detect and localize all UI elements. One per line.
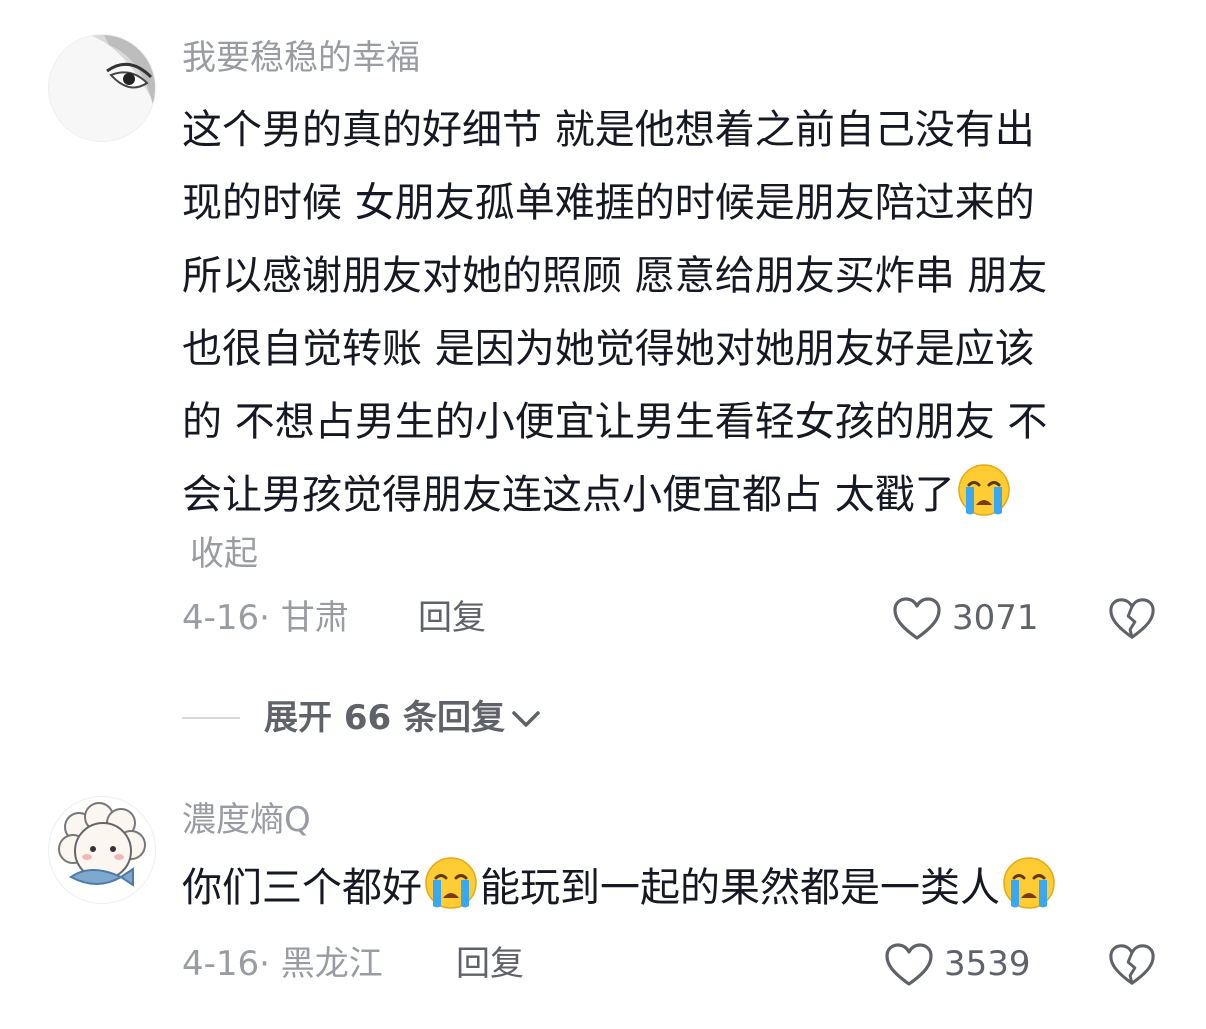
comment-line: 这个男的真的好细节 就是他想着之前自己没有出: [182, 107, 1035, 153]
divider: [182, 717, 240, 719]
comment-text-part: 你们三个都好: [182, 865, 422, 911]
comment-username[interactable]: 濃度熵Q: [182, 800, 311, 840]
comment-text: 你们三个都好 能玩到一起的果然都是一类人: [182, 852, 1142, 925]
comment-line: 的 不想占男生的小便宜让男生看轻女孩的朋友 不: [182, 399, 1048, 445]
comment-line: 也很自觉转账 是因为她觉得她对她朋友好是应该: [182, 326, 1035, 372]
like-count: 3071: [952, 598, 1039, 638]
meta-separator: ·: [259, 598, 270, 638]
comment-meta: 4-16· 黑龙江: [182, 944, 383, 984]
expand-replies-button[interactable]: 展开 66 条回复: [264, 698, 542, 738]
broken-heart-icon[interactable]: [1108, 596, 1156, 642]
expand-replies-label: 展开 66 条回复: [264, 698, 505, 738]
comment-line-last: 会让男孩觉得朋友连这点小便宜都占 太戳了: [182, 459, 1142, 532]
crying-emoji: [957, 463, 1011, 517]
comment-text-part: 能玩到一起的果然都是一类人: [480, 865, 1000, 911]
comment-line: 现的时候 女朋友孤单难捱的时候是朋友陪过来的: [182, 180, 1035, 226]
comment-date: 4-16: [182, 598, 260, 638]
avatar[interactable]: [48, 796, 156, 904]
comment-location: 甘肃: [280, 598, 349, 638]
reply-button[interactable]: 回复: [418, 598, 486, 638]
meta-separator: ·: [259, 944, 270, 984]
comment-line: 所以感谢朋友对她的照顾 愿意给朋友买炸串 朋友: [182, 253, 1048, 299]
chevron-down-icon: [512, 711, 540, 727]
reply-button[interactable]: 回复: [456, 944, 524, 984]
comment-meta: 4-16· 甘肃: [182, 598, 349, 638]
heart-outline-icon[interactable]: [884, 942, 934, 988]
like-count: 3539: [944, 944, 1031, 984]
crying-emoji: [424, 856, 478, 910]
comment-line-text: 会让男孩觉得朋友连这点小便宜都占 太戳了: [182, 472, 955, 518]
comment-date: 4-16: [182, 944, 260, 984]
crying-emoji: [1002, 856, 1056, 910]
heart-outline-icon[interactable]: [892, 596, 942, 642]
avatar[interactable]: [48, 34, 156, 142]
comment-username[interactable]: 我要稳稳的幸福: [182, 38, 420, 78]
collapse-button[interactable]: 收起: [190, 534, 258, 574]
comment-location: 黑龙江: [280, 944, 383, 984]
broken-heart-icon[interactable]: [1108, 942, 1156, 988]
comment-text: 这个男的真的好细节 就是他想着之前自己没有出 现的时候 女朋友孤单难捱的时候是朋…: [182, 94, 1142, 532]
comment-line: 你们三个都好 能玩到一起的果然都是一类人: [182, 852, 1142, 925]
